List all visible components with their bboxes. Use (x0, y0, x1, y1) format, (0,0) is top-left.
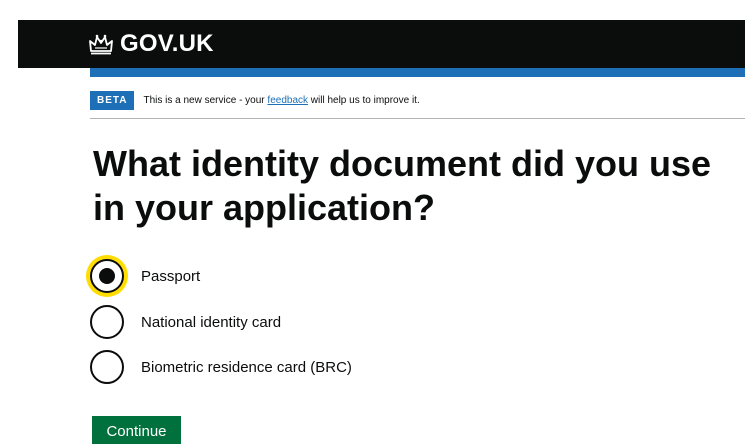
phase-banner-text: This is a new service - your feedback wi… (143, 95, 419, 106)
beta-tag: BETA (90, 90, 135, 110)
radio-button-biometric-residence-card[interactable] (90, 350, 124, 384)
radio-button-national-identity-card[interactable] (90, 305, 124, 339)
radio-label-national-identity-card: National identity card (141, 313, 282, 331)
feedback-link[interactable]: feedback (267, 95, 308, 106)
continue-button[interactable]: Continue (92, 416, 181, 444)
radio-option-national-identity-card[interactable]: National identity card (90, 305, 281, 339)
crown-icon (88, 33, 114, 55)
logo-text: GOV.UK (120, 30, 214, 57)
browser-top-strip (0, 0, 745, 20)
page: GOV.UK BETA This is a new service - your… (0, 0, 745, 444)
radio-label-passport: Passport (141, 267, 201, 285)
phase-banner-divider (90, 118, 745, 119)
radio-option-biometric-residence-card[interactable]: Biometric residence card (BRC) (90, 350, 352, 384)
page-title: What identity document did you use in yo… (93, 143, 712, 228)
header-accent-bar (90, 68, 745, 77)
govuk-header: GOV.UK (18, 20, 745, 68)
radio-label-biometric-residence-card: Biometric residence card (BRC) (141, 358, 352, 376)
phase-banner: BETA This is a new service - your feedba… (90, 88, 745, 112)
radio-option-passport[interactable]: Passport (90, 259, 200, 293)
radio-button-passport[interactable] (90, 259, 124, 293)
radio-selected-dot (99, 268, 115, 284)
govuk-logo-link[interactable]: GOV.UK (88, 28, 214, 60)
banner-text-before: This is a new service - your (143, 94, 268, 106)
banner-text-after: will help us to improve it. (308, 94, 420, 106)
